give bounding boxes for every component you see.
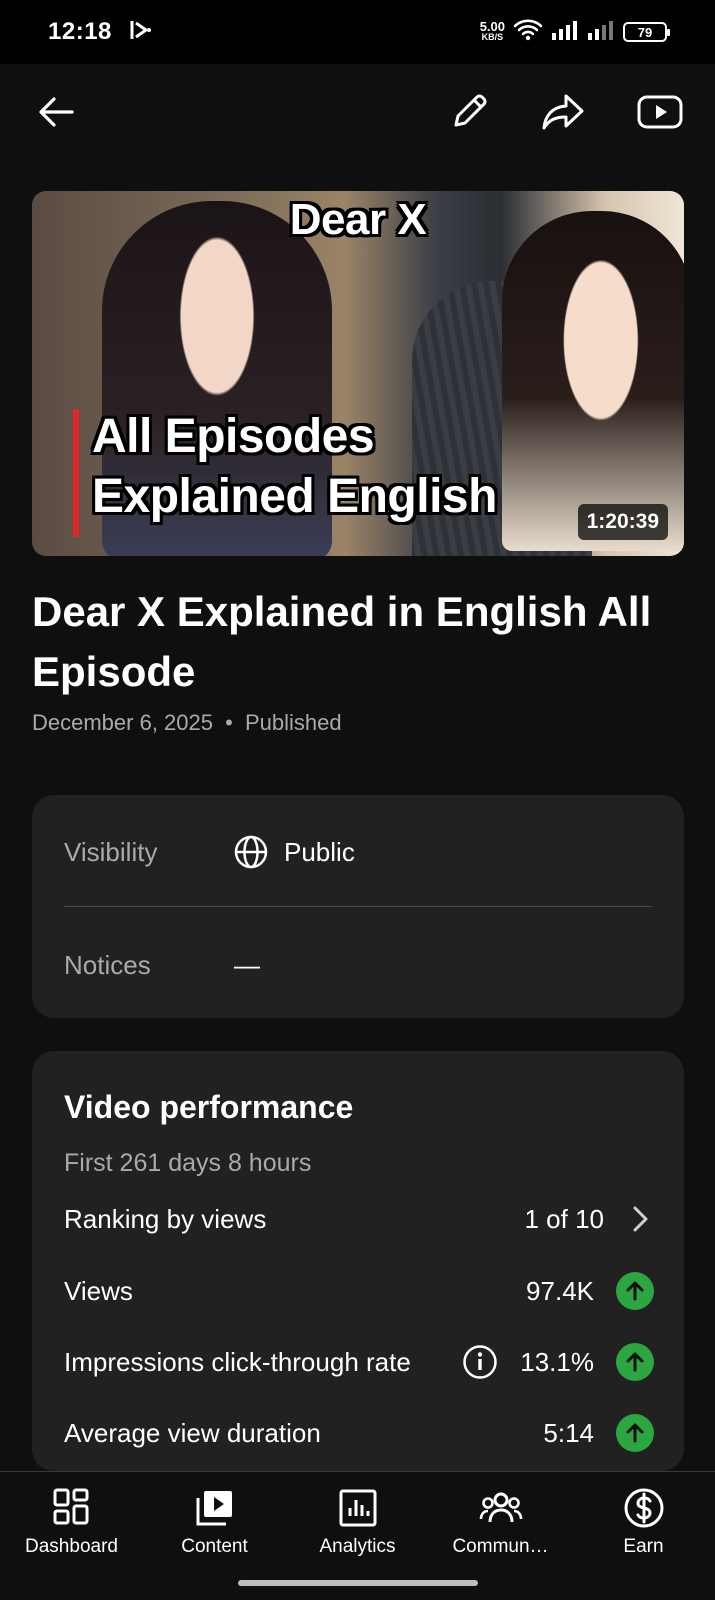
analytics-icon	[339, 1489, 376, 1527]
cast-icon	[128, 18, 154, 47]
visibility-value: Public	[284, 836, 355, 867]
nav-label: Commun…	[452, 1536, 549, 1557]
nav-label: Earn	[623, 1536, 664, 1557]
signal-icon-2	[587, 19, 615, 46]
details-card: Visibility Public Notices —	[32, 795, 684, 1018]
views-row: Views 97.4K	[64, 1266, 654, 1316]
metric-name: Impressions click-through rate	[64, 1346, 411, 1377]
thumbnail-caption-line1: All Episodes	[92, 410, 375, 463]
chevron-right-icon	[633, 1206, 648, 1232]
edit-button[interactable]	[445, 88, 493, 136]
share-icon	[542, 94, 584, 130]
pencil-icon	[454, 94, 487, 127]
trend-up-icon	[616, 1272, 654, 1310]
nav-community[interactable]: Commun…	[429, 1486, 572, 1558]
metric-value: 5:14	[543, 1417, 594, 1448]
ctr-row: Impressions click-through rate 13.1%	[64, 1337, 654, 1387]
metric-value: 1 of 10	[524, 1203, 604, 1234]
nav-content[interactable]: Content	[143, 1486, 286, 1558]
metric-name: Views	[64, 1275, 133, 1306]
metric-value: 97.4K	[526, 1275, 594, 1306]
home-indicator[interactable]	[238, 1580, 478, 1586]
metric-name: Ranking by views	[64, 1203, 267, 1234]
globe-icon	[234, 835, 268, 869]
nav-label: Dashboard	[25, 1536, 118, 1557]
thumbnail-caption-line2: Explained English	[92, 470, 497, 523]
nav-dashboard[interactable]: Dashboard	[0, 1486, 143, 1558]
publish-date: December 6, 2025	[32, 710, 213, 735]
meta-separator: •	[225, 710, 233, 735]
notices-row: Notices —	[64, 940, 652, 990]
trend-up-icon	[616, 1343, 654, 1381]
play-box-icon	[637, 95, 683, 129]
content-icon	[196, 1491, 232, 1526]
notices-label: Notices	[64, 949, 151, 980]
battery-indicator: 79	[623, 22, 670, 42]
community-icon	[479, 1492, 522, 1523]
publish-status: Published	[244, 710, 342, 735]
watch-on-youtube-button[interactable]	[636, 88, 684, 136]
performance-heading: Video performance	[64, 1089, 354, 1125]
nav-earn[interactable]: Earn	[572, 1486, 715, 1558]
status-bar: 12:18 5.00 KB/S 79	[0, 0, 715, 64]
duration-badge: 1:20:39	[577, 504, 668, 540]
arrow-left-icon	[39, 97, 74, 127]
earn-icon	[624, 1488, 663, 1528]
nav-label: Content	[181, 1536, 248, 1557]
clock: 12:18	[48, 18, 112, 45]
metric-name: Average view duration	[64, 1417, 321, 1448]
dashboard-icon	[53, 1488, 88, 1525]
info-icon[interactable]	[462, 1344, 498, 1380]
divider	[64, 906, 652, 907]
back-button[interactable]	[32, 88, 80, 136]
nav-label: Analytics	[319, 1536, 396, 1557]
trend-up-icon	[616, 1414, 654, 1452]
performance-period: First 261 days 8 hours	[64, 1149, 312, 1177]
ranking-row[interactable]: Ranking by views 1 of 10	[64, 1194, 654, 1244]
thumbnail-title: Dear X	[289, 195, 427, 244]
video-performance-card: Video performance First 261 days 8 hours…	[32, 1051, 684, 1471]
nav-analytics[interactable]: Analytics	[286, 1486, 429, 1558]
notices-value: —	[234, 949, 260, 980]
avg-view-duration-row: Average view duration 5:14	[64, 1408, 654, 1458]
thumbnail-accent-bar	[73, 409, 79, 537]
video-thumbnail[interactable]: Dear X All Episodes Explained English 1:…	[32, 191, 684, 556]
signal-icon	[551, 19, 579, 46]
video-title: Dear X Explained in English All Episode	[32, 588, 652, 695]
app-bar	[0, 64, 715, 160]
visibility-row[interactable]: Visibility Public	[64, 827, 652, 877]
bottom-navigation: Dashboard Content Analytics Commun… Earn	[0, 1471, 715, 1600]
share-button[interactable]	[539, 88, 587, 136]
network-speed: 5.00 KB/S	[479, 19, 505, 42]
video-meta: December 6, 2025 • Published	[32, 710, 342, 736]
visibility-label: Visibility	[64, 836, 158, 867]
thumbnail-figure-right	[502, 211, 684, 551]
metric-value: 13.1%	[520, 1346, 594, 1377]
wifi-icon	[513, 18, 543, 47]
